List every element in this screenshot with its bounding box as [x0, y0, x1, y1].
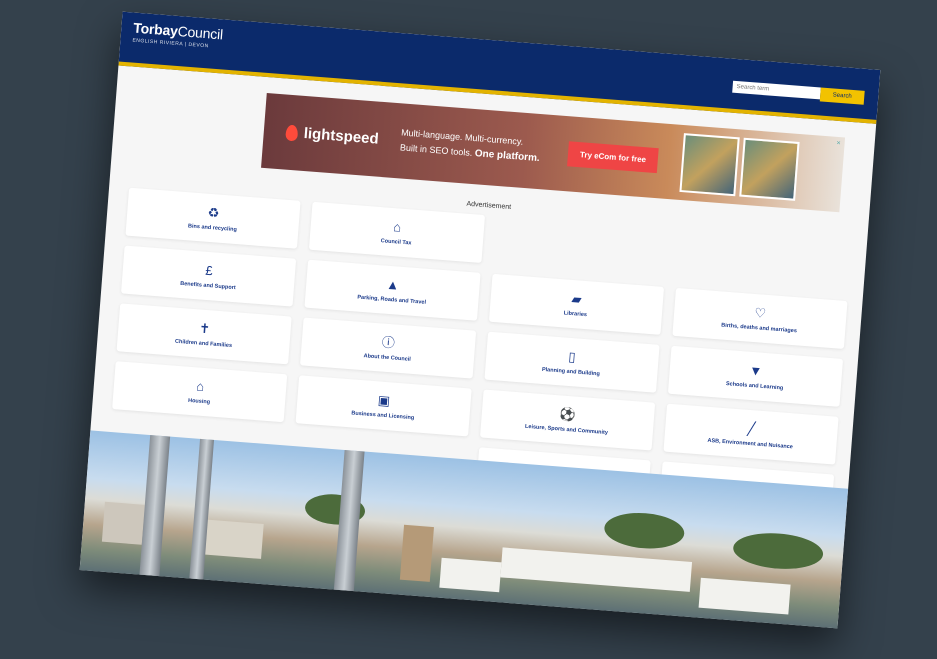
service-tile-label: Children and Families — [174, 338, 233, 349]
service-tile[interactable]: ♡ Births, deaths and marriages — [672, 287, 848, 349]
service-tile-label: Housing — [187, 397, 211, 406]
recycle-icon: ♻ — [207, 204, 220, 221]
service-tile-label: Council Tax — [380, 237, 412, 247]
service-tile[interactable]: ⓘ About the Council — [300, 317, 476, 379]
ad-image — [739, 137, 800, 201]
info-icon: ⓘ — [381, 334, 396, 351]
home-icon: ⌂ — [392, 218, 402, 235]
ad-line-2: Built in SEO tools. — [399, 142, 473, 158]
site-header: TorbayCouncil ENGLISH RIVIERA | DEVON Se… — [118, 11, 881, 124]
heart-icon: ♡ — [753, 304, 767, 321]
brand-name-bold: Torbay — [132, 19, 179, 39]
site-search: Search — [732, 80, 865, 105]
service-tile[interactable]: ⚽ Leisure, Sports and Community — [479, 389, 655, 451]
service-tile[interactable]: ♻ Bins and recycling — [125, 187, 301, 249]
service-tile[interactable]: ✝ Children and Families — [116, 303, 292, 365]
ad-images — [679, 133, 800, 201]
ad-close-icon[interactable]: × — [836, 140, 841, 147]
torbay-council-logo[interactable]: TorbayCouncil ENGLISH RIVIERA | DEVON — [132, 20, 223, 51]
ad-copy: Multi-language. Multi-currency. Built in… — [399, 127, 551, 167]
ad-image — [679, 133, 741, 197]
child-icon: ✝ — [198, 320, 211, 336]
flame-icon — [285, 124, 299, 141]
service-tile[interactable]: £ Benefits and Support — [120, 245, 297, 307]
service-tile-label: ASB, Environment and Nuisance — [707, 437, 794, 450]
service-tile-label: Business and Licensing — [351, 409, 415, 421]
service-tile[interactable]: ▲ Parking, Roads and Travel — [304, 259, 481, 321]
ad-line-2-bold: One platform. — [474, 147, 541, 164]
ad-cta-button[interactable]: Try eCom for free — [567, 141, 659, 174]
service-tile[interactable]: ⌂ Housing — [112, 361, 288, 423]
tile-placeholder — [677, 230, 852, 291]
tile-placeholder — [493, 216, 668, 277]
service-tile[interactable]: ▣ Business and Licensing — [295, 375, 472, 437]
brand-name-light: Council — [177, 22, 224, 43]
service-tile-label: Leisure, Sports and Community — [524, 423, 609, 436]
search-input[interactable] — [732, 80, 821, 100]
house-icon: ⌂ — [195, 377, 205, 394]
book-icon: ▰ — [571, 290, 583, 307]
ad-logo-text: lightspeed — [303, 124, 380, 148]
graduation-cap-icon: ▼ — [748, 362, 763, 379]
briefcase-icon: ▣ — [377, 391, 391, 408]
service-tile-label: Parking, Roads and Travel — [357, 294, 427, 306]
lightspeed-logo: lightspeed — [285, 124, 379, 148]
pound-icon: £ — [204, 262, 214, 278]
service-tile[interactable]: ⌂ Council Tax — [309, 201, 485, 263]
search-button[interactable]: Search — [819, 87, 865, 105]
service-tile-label: Planning and Building — [541, 366, 601, 377]
service-tile[interactable]: ▼ Schools and Learning — [667, 345, 844, 407]
service-tile-label: Benefits and Support — [180, 280, 236, 291]
service-tile-label: Schools and Learning — [725, 380, 784, 391]
service-tile-label: Births, deaths and marriages — [721, 322, 798, 334]
service-tile-label: About the Council — [363, 352, 412, 363]
service-tile-label: Libraries — [563, 309, 588, 318]
service-tile[interactable]: ▯ Planning and Building — [483, 331, 660, 393]
road-icon: ▲ — [385, 276, 400, 293]
brush-icon: ╱ — [746, 420, 756, 436]
service-tile[interactable]: ╱ ASB, Environment and Nuisance — [663, 403, 839, 465]
document-icon: ▯ — [567, 348, 577, 364]
football-icon: ⚽ — [559, 405, 577, 423]
service-tile[interactable]: ▰ Libraries — [488, 273, 664, 335]
browser-page: TorbayCouncil ENGLISH RIVIERA | DEVON Se… — [79, 11, 881, 629]
service-tile-label: Bins and recycling — [187, 222, 238, 233]
